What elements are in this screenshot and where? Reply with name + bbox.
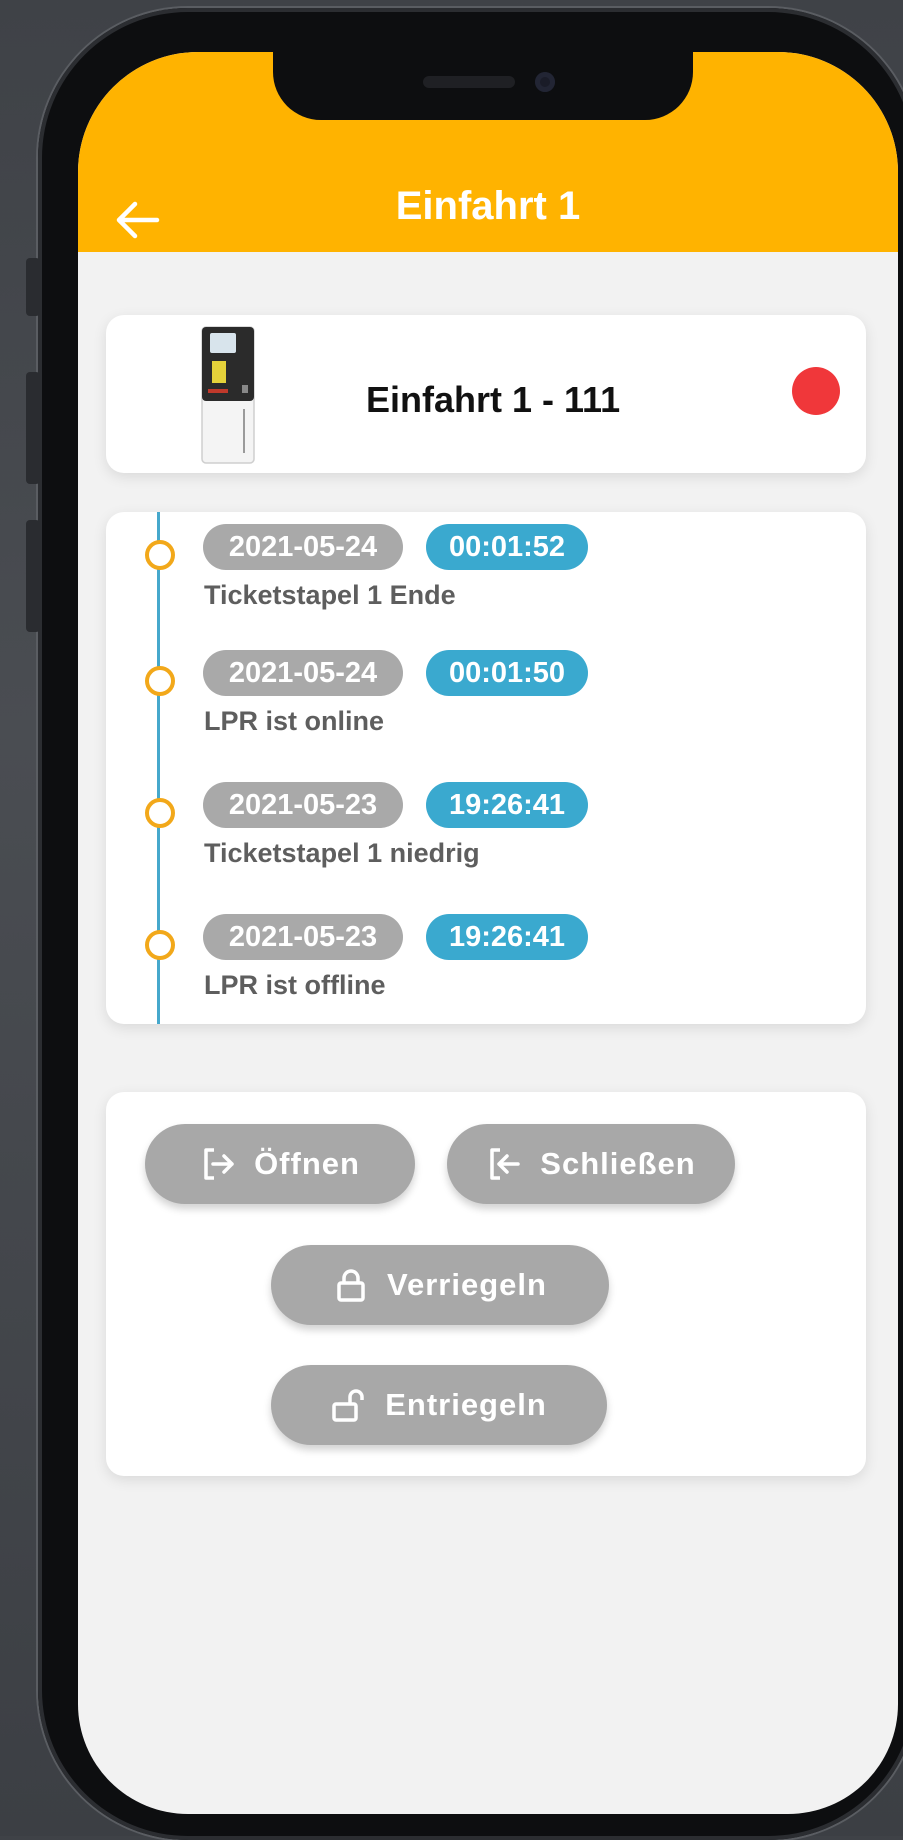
- ticket-machine-image: [198, 325, 262, 465]
- front-camera: [535, 72, 555, 92]
- event-time: 00:01:50: [426, 650, 588, 696]
- device-name: Einfahrt 1 - 111: [366, 379, 621, 420]
- event-message: LPR ist online: [204, 706, 385, 736]
- event-time: 19:26:41: [426, 782, 588, 828]
- speaker-grille: [423, 76, 515, 88]
- timeline-item: 2021-05-23 19:26:41 LPR ist offline: [106, 914, 866, 1014]
- event-message: LPR ist offline: [204, 970, 386, 1000]
- lock-button-label: Verriegeln: [387, 1267, 547, 1302]
- volume-down-button: [26, 520, 40, 632]
- event-date: 2021-05-24: [203, 524, 403, 570]
- unlock-icon: [332, 1389, 364, 1422]
- timeline-dot: [145, 798, 175, 828]
- event-date: 2021-05-23: [203, 782, 403, 828]
- timeline-dot: [145, 666, 175, 696]
- unlock-button-label: Entriegeln: [385, 1387, 547, 1422]
- close-button[interactable]: Schließen: [447, 1124, 735, 1204]
- timeline-item: 2021-05-24 00:01:52 Ticketstapel 1 Ende: [106, 524, 866, 624]
- timeline-item: 2021-05-24 00:01:50 LPR ist online: [106, 650, 866, 750]
- page-title: Einfahrt 1: [395, 184, 581, 228]
- event-message: Ticketstapel 1 niedrig: [204, 838, 480, 868]
- app-screen: Einfahrt 1 Einfahrt 1 - 111 2021-05-24 0…: [78, 52, 898, 1814]
- device-card[interactable]: Einfahrt 1 - 111: [106, 315, 866, 473]
- action-panel: Öffnen Schließen Verriegeln Entriegeln: [106, 1092, 866, 1476]
- timeline-dot: [145, 930, 175, 960]
- timeline-dot: [145, 540, 175, 570]
- open-button-label: Öffnen: [254, 1146, 360, 1181]
- app-bar: Einfahrt 1: [78, 52, 898, 252]
- status-indicator: [792, 367, 840, 415]
- event-timeline: 2021-05-24 00:01:52 Ticketstapel 1 Ende …: [106, 512, 866, 1024]
- close-button-label: Schließen: [540, 1146, 696, 1181]
- event-time: 19:26:41: [426, 914, 588, 960]
- unlock-button[interactable]: Entriegeln: [271, 1365, 607, 1445]
- event-date: 2021-05-23: [203, 914, 403, 960]
- timeline-item: 2021-05-23 19:26:41 Ticketstapel 1 niedr…: [106, 782, 866, 882]
- event-date: 2021-05-24: [203, 650, 403, 696]
- volume-up-button: [26, 372, 40, 484]
- silent-switch: [26, 258, 40, 316]
- lock-button[interactable]: Verriegeln: [271, 1245, 609, 1325]
- event-message: Ticketstapel 1 Ende: [204, 580, 456, 610]
- phone-notch: [273, 52, 693, 120]
- lock-icon: [337, 1269, 365, 1302]
- sign-in-icon: [490, 1148, 521, 1180]
- event-time: 00:01:52: [426, 524, 588, 570]
- sign-out-icon: [204, 1148, 234, 1180]
- open-button[interactable]: Öffnen: [145, 1124, 415, 1204]
